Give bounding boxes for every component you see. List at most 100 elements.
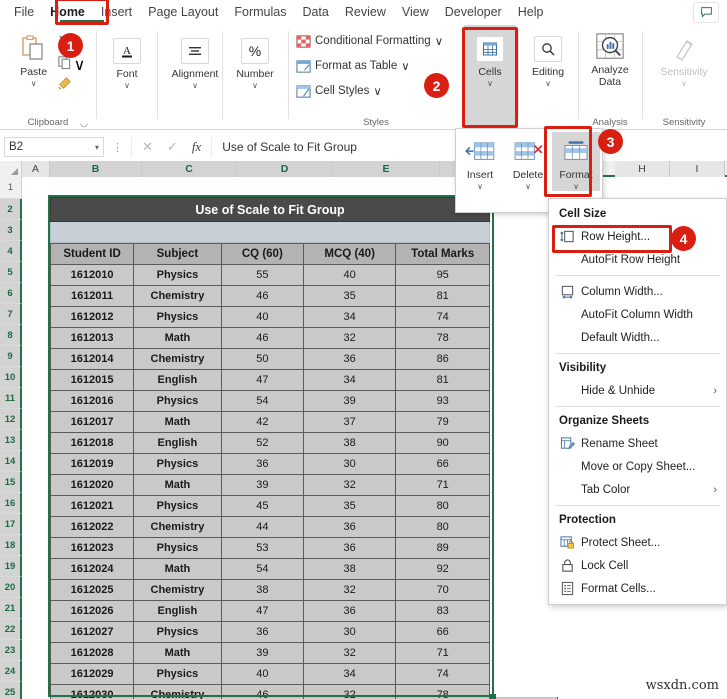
table-cell[interactable]: 32	[302, 684, 397, 699]
table-cell[interactable]: Physics	[133, 621, 222, 643]
table-cell[interactable]: 90	[395, 432, 490, 454]
menu-item-autofit-row-height[interactable]: AutoFit Row Height	[549, 248, 726, 271]
table-cell[interactable]: Physics	[133, 264, 222, 286]
name-box[interactable]: B2 ▾	[4, 137, 104, 157]
tab-view[interactable]: View	[394, 0, 437, 25]
table-row[interactable]: 1612027 Physics 36 30 66	[49, 621, 490, 643]
table-cell[interactable]: 32	[302, 327, 397, 349]
menu-item-row-height[interactable]: Row Height...	[549, 225, 726, 248]
insert-cells-button[interactable]: Insert ∨	[456, 132, 504, 191]
column-header-i[interactable]: I	[670, 161, 725, 177]
table-cell[interactable]: 40	[220, 663, 304, 685]
chevron-down-icon[interactable]: ∨	[373, 84, 381, 98]
menu-item-move-or-copy-sheet[interactable]: Move or Copy Sheet...	[549, 455, 726, 478]
table-cell[interactable]: 80	[395, 516, 490, 538]
table-cell[interactable]: 93	[395, 390, 490, 412]
table-cell[interactable]: English	[133, 369, 222, 391]
cancel-icon[interactable]: ✕	[142, 139, 153, 155]
insert-caret-icon[interactable]: ∨	[477, 182, 483, 191]
table-row[interactable]: 1612015 English 47 34 81	[49, 369, 490, 391]
table-cell[interactable]: 32	[302, 579, 397, 601]
editing-button[interactable]: Editing ∨	[521, 25, 575, 88]
clipboard-dialog-launcher-icon[interactable]: ◡	[80, 118, 88, 129]
table-row[interactable]: 1612020 Math 39 32 71	[49, 474, 490, 496]
column-header-e[interactable]: E	[333, 161, 440, 177]
table-cell[interactable]: 74	[395, 306, 490, 328]
tab-formulas[interactable]: Formulas	[226, 0, 294, 25]
chevron-down-icon[interactable]: ∨	[401, 59, 409, 73]
table-cell[interactable]: 71	[395, 474, 490, 496]
row-header-10[interactable]: 10	[0, 367, 22, 388]
table-cell[interactable]: 1612020	[49, 474, 135, 496]
row-header-14[interactable]: 14	[0, 451, 22, 472]
table-row[interactable]: 1612023 Physics 53 36 89	[49, 537, 490, 559]
table-cell[interactable]: English	[133, 432, 222, 454]
table-cell[interactable]: 38	[302, 558, 397, 580]
table-cell[interactable]: 30	[302, 453, 397, 475]
table-cell[interactable]: 1612026	[49, 600, 135, 622]
chevron-down-icon[interactable]: ∨	[435, 34, 443, 48]
table-cell[interactable]: 34	[302, 369, 397, 391]
table-cell[interactable]: 78	[395, 327, 490, 349]
column-header-d[interactable]: D	[237, 161, 333, 177]
table-cell[interactable]: 40	[220, 306, 304, 328]
table-cell[interactable]: Physics	[133, 495, 222, 517]
table-cell[interactable]: 36	[220, 453, 304, 475]
row-header-18[interactable]: 18	[0, 535, 22, 556]
copy-button[interactable]	[57, 55, 72, 75]
table-cell[interactable]: 1612023	[49, 537, 135, 559]
menu-item-lock-cell[interactable]: Lock Cell	[549, 554, 726, 577]
copy-caret-icon[interactable]: ∨	[74, 55, 86, 75]
cell-styles-button[interactable]: Cell Styles ∨	[296, 80, 443, 102]
table-row[interactable]: 1612016 Physics 54 39 93	[49, 390, 490, 412]
format-cells-button[interactable]: Format ∨	[552, 132, 600, 191]
table-cell[interactable]: 1612028	[49, 642, 135, 664]
table-cell[interactable]: Math	[133, 411, 222, 433]
table-row[interactable]: 1612019 Physics 36 30 66	[49, 453, 490, 475]
row-header-16[interactable]: 16	[0, 493, 22, 514]
table-cell[interactable]: 66	[395, 621, 490, 643]
table-row[interactable]: 1612030 Chemistry 46 32 78	[49, 684, 490, 699]
table-row[interactable]: 1612029 Physics 40 34 74	[49, 663, 490, 685]
font-button[interactable]: A Font ∨	[100, 25, 154, 90]
font-caret-icon[interactable]: ∨	[124, 81, 130, 90]
table-cell[interactable]: 1612011	[49, 285, 135, 307]
table-cell[interactable]: 35	[302, 285, 397, 307]
table-cell[interactable]: 39	[220, 474, 304, 496]
table-cell[interactable]: 89	[395, 537, 490, 559]
row-header-8[interactable]: 8	[0, 325, 22, 346]
row-header-2[interactable]: 2	[0, 199, 22, 220]
table-cell[interactable]: 36	[302, 600, 397, 622]
table-cell[interactable]: Chemistry	[133, 285, 222, 307]
table-cell[interactable]: 46	[220, 684, 304, 699]
table-cell[interactable]: 1612016	[49, 390, 135, 412]
menu-item-hide-unhide[interactable]: Hide & Unhide ›	[549, 379, 726, 402]
format-painter-button[interactable]	[57, 76, 86, 96]
table-cell[interactable]: English	[133, 600, 222, 622]
tab-help[interactable]: Help	[510, 0, 552, 25]
table-cell[interactable]: 74	[395, 663, 490, 685]
table-row[interactable]: 1612011 Chemistry 46 35 81	[49, 285, 490, 307]
row-header-15[interactable]: 15	[0, 472, 22, 493]
cells-button[interactable]: Cells ∨	[465, 25, 515, 88]
insert-function-icon[interactable]: fx	[192, 139, 201, 155]
table-cell[interactable]: 55	[220, 264, 304, 286]
table-row[interactable]: 1612017 Math 42 37 79	[49, 411, 490, 433]
table-cell[interactable]: 39	[220, 642, 304, 664]
table-cell[interactable]: 50	[220, 348, 304, 370]
number-button[interactable]: % Number ∨	[225, 25, 285, 90]
table-cell[interactable]: 35	[302, 495, 397, 517]
table-cell[interactable]: 32	[302, 474, 397, 496]
row-header-7[interactable]: 7	[0, 304, 22, 325]
confirm-icon[interactable]: ✓	[167, 139, 178, 155]
table-row[interactable]: 1612013 Math 46 32 78	[49, 327, 490, 349]
table-row[interactable]: 1612012 Physics 40 34 74	[49, 306, 490, 328]
table-cell[interactable]: Math	[133, 642, 222, 664]
alignment-button[interactable]: Alignment ∨	[160, 25, 230, 90]
menu-item-tab-color[interactable]: Tab Color ›	[549, 478, 726, 501]
row-header-23[interactable]: 23	[0, 640, 22, 661]
table-cell[interactable]: 1612027	[49, 621, 135, 643]
tab-page-layout[interactable]: Page Layout	[140, 0, 226, 25]
row-header-20[interactable]: 20	[0, 577, 22, 598]
table-row[interactable]: 1612028 Math 39 32 71	[49, 642, 490, 664]
